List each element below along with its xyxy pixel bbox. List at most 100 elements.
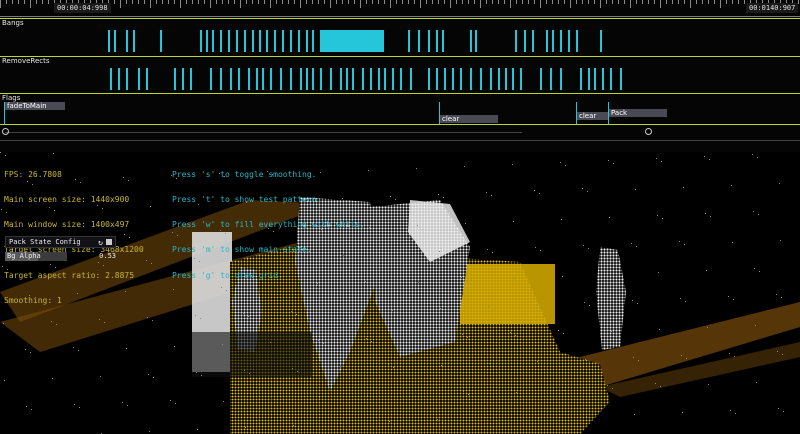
keyframe-mark[interactable] bbox=[259, 30, 261, 52]
flag-marker[interactable]: fadeToMain bbox=[5, 102, 65, 110]
keyframe-mark[interactable] bbox=[444, 68, 446, 90]
keyframe-mark[interactable] bbox=[346, 68, 348, 90]
keyframe-mark[interactable] bbox=[238, 68, 240, 90]
keyframe-mark[interactable] bbox=[610, 68, 612, 90]
keyframe-mark[interactable] bbox=[300, 68, 302, 90]
keyframe-mark[interactable] bbox=[520, 68, 522, 90]
keyframe-mark[interactable] bbox=[190, 68, 192, 90]
keyframe-mark[interactable] bbox=[206, 30, 208, 52]
keyframe-mark[interactable] bbox=[442, 30, 444, 52]
keyframe-mark[interactable] bbox=[428, 68, 430, 90]
time-ruler[interactable] bbox=[0, 0, 800, 17]
keyframe-mark[interactable] bbox=[532, 30, 534, 52]
keyframe-mark[interactable] bbox=[200, 30, 202, 52]
keyframe-mark[interactable] bbox=[114, 30, 116, 52]
keyframe-mark[interactable] bbox=[330, 68, 332, 90]
flag-marker[interactable]: Pack bbox=[609, 109, 667, 117]
keyframe-mark[interactable] bbox=[306, 30, 308, 52]
keyframe-mark[interactable] bbox=[475, 30, 477, 52]
keyframe-mark[interactable] bbox=[126, 30, 128, 52]
keyframe-mark[interactable] bbox=[408, 30, 410, 52]
keyframe-mark[interactable] bbox=[230, 68, 232, 90]
keyframe-mark[interactable] bbox=[560, 68, 562, 90]
keyframe-mark[interactable] bbox=[174, 68, 176, 90]
keyframe-mark[interactable] bbox=[400, 68, 402, 90]
keyframe-mark[interactable] bbox=[600, 30, 602, 52]
keyframe-mark[interactable] bbox=[505, 68, 507, 90]
keyframe-mark[interactable] bbox=[428, 30, 430, 52]
keyframe-mark[interactable] bbox=[352, 68, 354, 90]
keyframe-mark[interactable] bbox=[108, 30, 110, 52]
keyframe-mark[interactable] bbox=[436, 30, 438, 52]
keyframe-mark[interactable] bbox=[546, 30, 548, 52]
keyframe-mark[interactable] bbox=[362, 68, 364, 90]
keyframe-mark[interactable] bbox=[552, 30, 554, 52]
keyframe-mark[interactable] bbox=[320, 68, 322, 90]
keyframe-mark[interactable] bbox=[220, 68, 222, 90]
keyframe-mark[interactable] bbox=[160, 30, 162, 52]
keyframe-mark[interactable] bbox=[588, 68, 590, 90]
keyframe-mark[interactable] bbox=[540, 68, 542, 90]
keyframe-mark[interactable] bbox=[480, 68, 482, 90]
keyframe-mark[interactable] bbox=[312, 30, 314, 52]
keyframe-mark[interactable] bbox=[378, 68, 380, 90]
keyframe-mark[interactable] bbox=[460, 68, 462, 90]
keyframe-mark[interactable] bbox=[262, 68, 264, 90]
keyframe-mark[interactable] bbox=[306, 68, 308, 90]
keyframe-mark[interactable] bbox=[133, 30, 135, 52]
keyframe-mark[interactable] bbox=[236, 30, 238, 52]
keyframe-mark[interactable] bbox=[436, 68, 438, 90]
keyframe-mark[interactable] bbox=[370, 68, 372, 90]
flag-marker[interactable]: clear bbox=[440, 115, 498, 123]
keyframe-mark[interactable] bbox=[418, 30, 420, 52]
keyframe-mark[interactable] bbox=[576, 30, 578, 52]
keyframe-cluster[interactable] bbox=[320, 30, 382, 52]
save-icon[interactable] bbox=[106, 239, 112, 245]
keyframe-mark[interactable] bbox=[138, 68, 140, 90]
bg-alpha-slider[interactable]: Bg Alpha bbox=[5, 251, 67, 261]
keyframe-mark[interactable] bbox=[282, 30, 284, 52]
track-flags[interactable]: fadeToMain clear clear Pack bbox=[0, 102, 800, 126]
keyframe-mark[interactable] bbox=[392, 68, 394, 90]
keyframe-mark[interactable] bbox=[410, 68, 412, 90]
keyframe-mark[interactable] bbox=[452, 68, 454, 90]
track-removerects[interactable] bbox=[0, 66, 800, 92]
keyframe-mark[interactable] bbox=[524, 30, 526, 52]
keyframe-mark[interactable] bbox=[512, 68, 514, 90]
keyframe-mark[interactable] bbox=[312, 68, 314, 90]
keyframe-mark[interactable] bbox=[382, 30, 384, 52]
keyframe-mark[interactable] bbox=[274, 30, 276, 52]
keyframe-mark[interactable] bbox=[228, 30, 230, 52]
keyframe-mark[interactable] bbox=[290, 30, 292, 52]
playhead-scrubber[interactable] bbox=[0, 126, 800, 138]
keyframe-mark[interactable] bbox=[568, 30, 570, 52]
keyframe-mark[interactable] bbox=[252, 30, 254, 52]
keyframe-mark[interactable] bbox=[298, 30, 300, 52]
track-bangs[interactable] bbox=[0, 28, 800, 54]
keyframe-mark[interactable] bbox=[270, 68, 272, 90]
keyframe-mark[interactable] bbox=[256, 68, 258, 90]
keyframe-mark[interactable] bbox=[384, 68, 386, 90]
keyframe-mark[interactable] bbox=[290, 68, 292, 90]
keyframe-mark[interactable] bbox=[118, 68, 120, 90]
keyframe-mark[interactable] bbox=[515, 30, 517, 52]
scrubber-end-handle[interactable] bbox=[645, 128, 652, 135]
keyframe-mark[interactable] bbox=[490, 68, 492, 90]
keyframe-mark[interactable] bbox=[594, 68, 596, 90]
keyframe-mark[interactable] bbox=[580, 68, 582, 90]
keyframe-mark[interactable] bbox=[560, 30, 562, 52]
keyframe-mark[interactable] bbox=[248, 68, 250, 90]
keyframe-mark[interactable] bbox=[244, 30, 246, 52]
flag-marker[interactable]: clear bbox=[577, 112, 609, 120]
keyframe-mark[interactable] bbox=[620, 68, 622, 90]
keyframe-mark[interactable] bbox=[210, 68, 212, 90]
keyframe-mark[interactable] bbox=[146, 68, 148, 90]
keyframe-mark[interactable] bbox=[110, 68, 112, 90]
keyframe-mark[interactable] bbox=[470, 68, 472, 90]
keyframe-mark[interactable] bbox=[550, 68, 552, 90]
keyframe-mark[interactable] bbox=[340, 68, 342, 90]
panel-header[interactable]: Pack State Config ↻ bbox=[5, 236, 116, 248]
keyframe-mark[interactable] bbox=[212, 30, 214, 52]
keyframe-mark[interactable] bbox=[280, 68, 282, 90]
keyframe-mark[interactable] bbox=[182, 68, 184, 90]
